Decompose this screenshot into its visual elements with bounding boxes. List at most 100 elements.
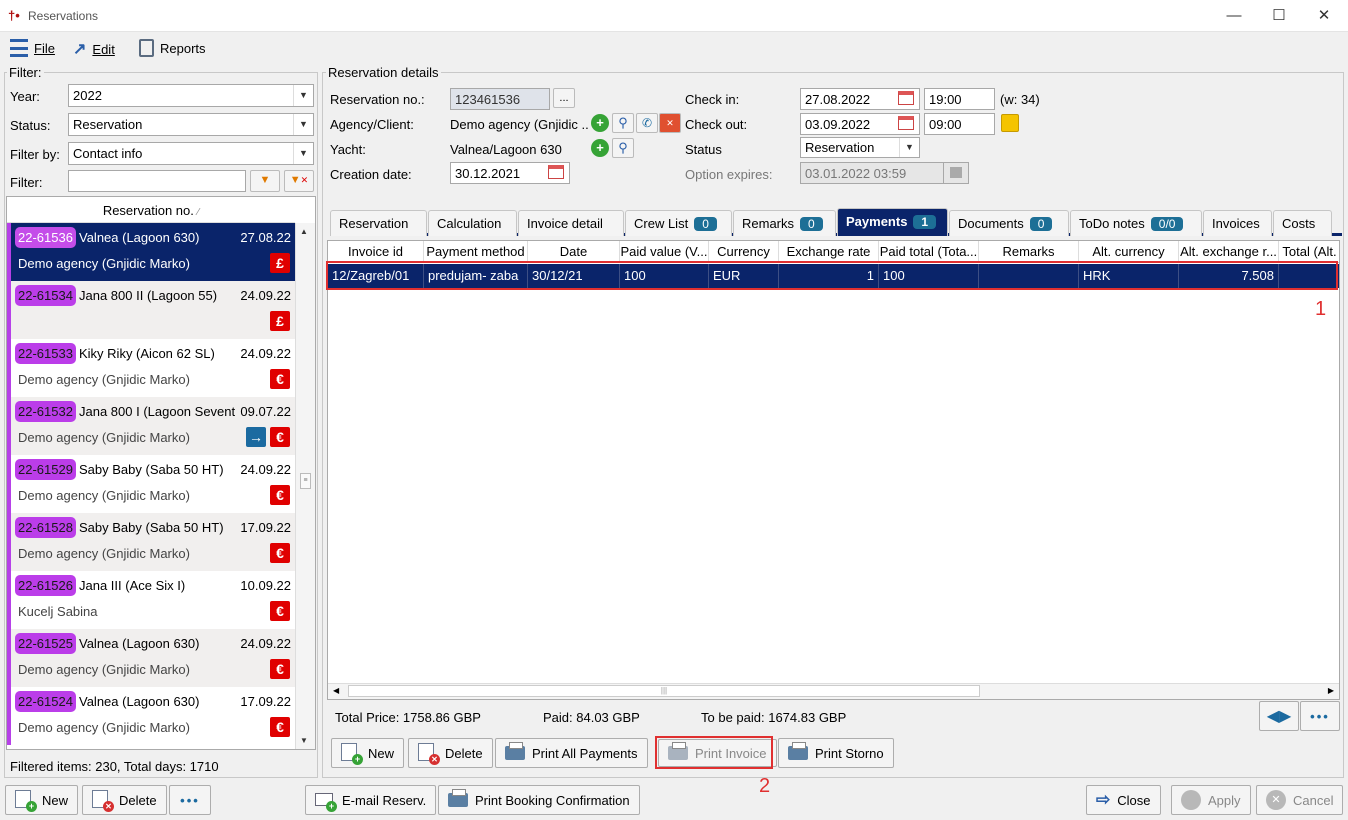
tab-calculation[interactable]: Calculation — [428, 210, 517, 236]
calendar-icon[interactable] — [898, 116, 914, 130]
currency-icon: € — [270, 717, 290, 737]
edit-arrow-icon: ↗ — [73, 41, 87, 58]
add-yacht-icon[interactable]: + — [591, 139, 609, 157]
client-name: Demo agency (Gnjidic Marko) — [18, 372, 190, 387]
apply-button[interactable]: Apply — [1171, 785, 1251, 815]
calendar-icon[interactable] — [898, 91, 914, 105]
list-item[interactable]: 22-61536 Valnea (Lagoon 630) 27.08.22 Demo … — [7, 223, 295, 281]
remove-agency-icon[interactable]: ✕ — [659, 113, 681, 133]
filter-clear-button[interactable]: ▼✕ — [284, 170, 314, 192]
client-name: Kucelj Sabina — [18, 604, 98, 619]
tab-costs[interactable]: Costs — [1273, 210, 1332, 236]
yacht-name: Jana III (Ace Six I) — [79, 578, 186, 593]
reservation-number-badge: 22-61534 — [15, 285, 76, 306]
list-scrollbar[interactable]: ▲ ≡ ▼ — [295, 223, 315, 749]
email-reservation-button[interactable]: + E-mail Reserv. — [305, 785, 437, 815]
menu-file[interactable]: File — [10, 39, 55, 57]
split-view-button[interactable]: ◀▶ — [1259, 701, 1299, 731]
menu-edit[interactable]: ↗ Edit — [73, 39, 115, 59]
year-select[interactable]: 2022 ▼ — [68, 84, 314, 107]
column-header[interactable]: Date — [528, 241, 620, 263]
tab-invoices[interactable]: Invoices — [1203, 210, 1272, 236]
list-item[interactable]: 22-61532 Jana 800 I (Lagoon Seventy 09.07.… — [7, 397, 295, 455]
detail-tabs: Reservation Calculation Invoice detail Crew… — [330, 208, 1342, 236]
delete-document-icon: ✕ — [92, 790, 114, 812]
column-header[interactable]: Invoice id — [328, 241, 424, 263]
column-header[interactable]: Currency — [709, 241, 779, 263]
filter-by-select[interactable]: Contact info ▼ — [68, 142, 314, 165]
annotation-box-row — [326, 261, 1338, 290]
reservation-no-browse-button[interactable]: ... — [553, 88, 575, 108]
column-header[interactable]: Remarks — [979, 241, 1079, 263]
check-in-time-field[interactable]: 19:00 — [924, 88, 995, 110]
tab-label: Invoices — [1212, 216, 1260, 231]
print-storno-button[interactable]: Print Storno — [778, 738, 894, 768]
bottom-more-button[interactable]: ••• — [169, 785, 211, 815]
tab-reservation[interactable]: Reservation — [330, 210, 427, 236]
add-agency-icon[interactable]: + — [591, 114, 609, 132]
tab-invoice-detail[interactable]: Invoice detail — [518, 210, 624, 236]
list-item[interactable]: 22-61533 Kiky Riky (Aicon 62 SL) 24.09.22 D… — [7, 339, 295, 397]
list-item[interactable]: 22-61528 Saby Baby (Saba 50 HT) 17.09.22 De… — [7, 513, 295, 571]
cancel-button[interactable]: ✕ Cancel — [1256, 785, 1344, 815]
new-document-icon: + — [15, 790, 37, 812]
agency-label: Agency/Client: — [330, 117, 414, 132]
note-icon[interactable] — [1001, 114, 1019, 132]
status-detail-select[interactable]: Reservation ▼ — [800, 137, 920, 158]
filter-input[interactable] — [68, 170, 246, 192]
column-header[interactable]: Paid value (V... — [620, 241, 709, 263]
ellipsis-icon: ••• — [1310, 708, 1330, 724]
column-header[interactable]: Payment method — [424, 241, 528, 263]
phone-icon[interactable]: ✆ — [636, 113, 658, 133]
more-options-button[interactable]: ••• — [1300, 701, 1340, 731]
filter-apply-button[interactable]: ▼ — [250, 170, 280, 192]
column-header[interactable]: Paid total (Tota... — [879, 241, 979, 263]
search-yacht-icon[interactable]: ⚲ — [612, 138, 634, 158]
tab-crew-list[interactable]: Crew List 0 — [625, 210, 732, 236]
list-item[interactable]: 22-61526 Jana III (Ace Six I) 10.09.22 Kuce… — [7, 571, 295, 629]
tab-label: Costs — [1282, 216, 1316, 231]
new-payment-button[interactable]: + New — [331, 738, 405, 768]
list-item[interactable]: 22-61529 Saby Baby (Saba 50 HT) 24.09.22 De… — [7, 455, 295, 513]
close-button[interactable]: ⇨ Close — [1086, 785, 1161, 815]
maximize-icon[interactable]: ☐ — [1269, 6, 1289, 26]
search-agency-icon[interactable]: ⚲ — [612, 113, 634, 133]
calendar-icon[interactable] — [548, 165, 564, 179]
grid-hscrollbar[interactable]: ◀ ||| ▶ — [328, 683, 1339, 699]
option-expires-button — [943, 162, 969, 184]
print-booking-confirmation-button[interactable]: Print Booking Confirmation — [438, 785, 640, 815]
delete-payment-button[interactable]: ✕ Delete — [408, 738, 493, 768]
menu-reports[interactable]: Reports — [139, 39, 206, 57]
chevron-down-icon: ▼ — [293, 114, 313, 135]
status-select[interactable]: Reservation ▼ — [68, 113, 314, 136]
new-reservation-button[interactable]: + New — [5, 785, 79, 815]
tab-label: Documents — [958, 216, 1024, 231]
check-out-time-field[interactable]: 09:00 — [924, 113, 995, 135]
reservation-number-badge: 22-61533 — [15, 343, 76, 364]
column-header[interactable]: Total (Alt. — [1279, 241, 1339, 263]
delete-document-icon: ✕ — [418, 743, 440, 765]
check-in-date: 17.09.22 — [240, 520, 291, 535]
column-header[interactable]: Exchange rate — [779, 241, 879, 263]
column-header[interactable]: Alt. currency — [1079, 241, 1179, 263]
list-header[interactable]: Reservation no. ⁄ — [7, 199, 295, 223]
check-in-date: 27.08.22 — [240, 230, 291, 245]
tab-payments[interactable]: Payments 1 — [837, 208, 948, 236]
list-item[interactable]: 22-61534 Jana 800 II (Lagoon 55) 24.09.22 £ — [7, 281, 295, 339]
yacht-name: Saby Baby (Saba 50 HT) — [79, 520, 224, 535]
column-header[interactable]: Alt. exchange r... — [1179, 241, 1279, 263]
tab-documents[interactable]: Documents 0 — [949, 210, 1069, 236]
currency-icon: € — [270, 543, 290, 563]
delete-reservation-button[interactable]: ✕ Delete — [82, 785, 167, 815]
tab-todo-notes[interactable]: ToDo notes 0/0 — [1070, 210, 1202, 236]
list-item[interactable]: 22-61524 Valnea (Lagoon 630) 17.09.22 Demo … — [7, 687, 295, 745]
grid-header: Invoice id Payment method Date Paid value (… — [328, 241, 1339, 263]
list-item[interactable]: 22-61525 Valnea (Lagoon 630) 24.09.22 Demo … — [7, 629, 295, 687]
tab-remarks[interactable]: Remarks 0 — [733, 210, 836, 236]
split-arrows-icon: ◀▶ — [1266, 708, 1292, 725]
minimize-icon[interactable]: — — [1224, 6, 1244, 26]
close-window-icon[interactable]: ✕ — [1314, 6, 1334, 26]
yacht-name: Kiky Riky (Aicon 62 SL) — [79, 346, 215, 361]
tab-label: Remarks — [742, 216, 795, 231]
print-all-payments-button[interactable]: Print All Payments — [495, 738, 648, 768]
